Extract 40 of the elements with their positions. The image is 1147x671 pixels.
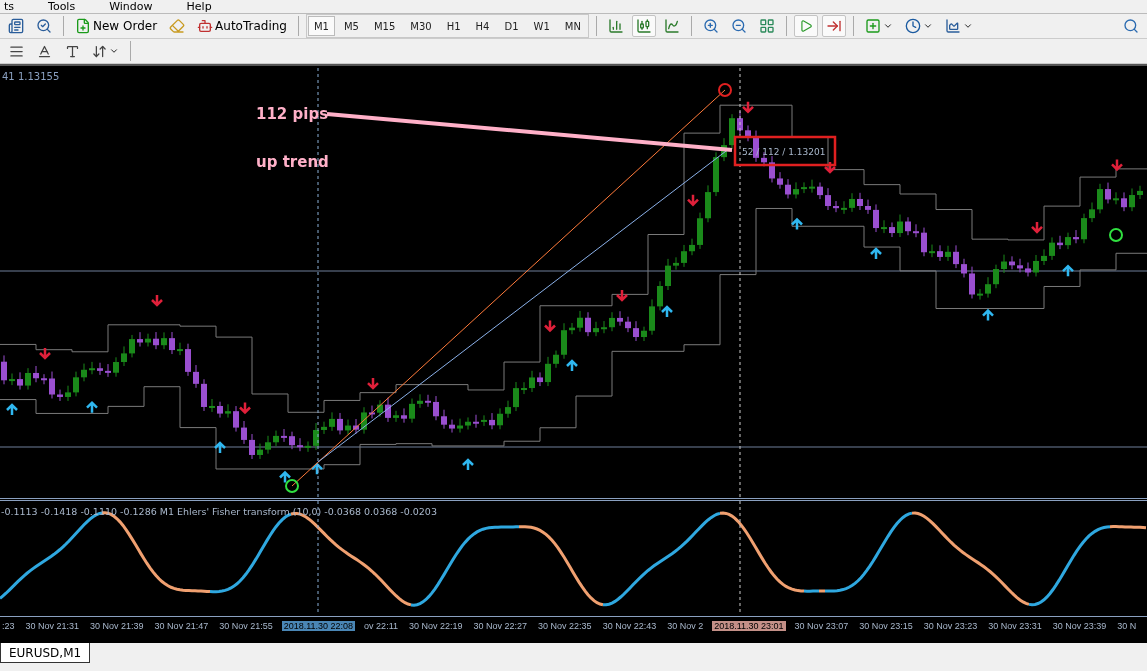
time-label: 30 N — [1116, 621, 1138, 631]
timeframe-button[interactable]: H4 — [469, 16, 496, 36]
measure-label: 52 / 112 / 1.13201 — [742, 147, 826, 157]
menu-item[interactable]: ts — [4, 0, 15, 13]
indicator-label: -0.1113 -0.1418 -0.1110 -0.1286 M1 Ehlers' Fisher transform (10,0) -0.0368 0.0368 -0.0203 — [1, 506, 437, 517]
time-label: 30 Nov 22:27 — [472, 621, 529, 631]
time-label: 30 Nov 23:31 — [987, 621, 1043, 631]
time-label: 30 Nov 23:07 — [793, 621, 850, 631]
timeframe-button[interactable]: MN — [558, 16, 587, 36]
time-label: 30 Nov 23:39 — [1051, 621, 1108, 631]
menu-item[interactable]: Window — [109, 0, 153, 13]
time-label: 30 Nov 23:23 — [922, 621, 979, 631]
time-label: 30 Nov 21:55 — [218, 621, 274, 631]
time-label: ov 22:11 — [363, 621, 399, 631]
time-label: 30 Nov 21:47 — [153, 621, 210, 631]
time-label: 30 Nov 23:15 — [858, 621, 914, 631]
time-label: 30 Nov 21:39 — [89, 621, 145, 631]
time-label: 30 Nov 2 — [666, 621, 705, 631]
time-label: 30 Nov 22:43 — [601, 621, 658, 631]
timeframe-button[interactable]: M30 — [404, 16, 438, 36]
time-marker: 2018.11.30 23:01 — [712, 621, 786, 631]
annotation-text: 112 pips — [256, 105, 329, 123]
timeframe-button[interactable]: W1 — [527, 16, 556, 36]
timeframe-button[interactable]: M5 — [338, 16, 365, 36]
timeframe-button[interactable]: M1 — [308, 16, 335, 36]
price-label: 41 1.13155 — [2, 71, 60, 82]
time-label: 30 Nov 22:19 — [408, 621, 464, 631]
chart-tab[interactable]: EURUSD,M1 — [0, 643, 91, 663]
new-order-button[interactable]: New Order — [71, 15, 162, 37]
annotation-text: up trend — [256, 153, 329, 171]
menu-item[interactable]: Tools — [48, 0, 76, 13]
time-label: 30 Nov 21:31 — [24, 621, 81, 631]
time-label: :23 — [1, 621, 16, 631]
timeframe-button[interactable]: H1 — [440, 16, 467, 36]
timeframe-button[interactable]: D1 — [498, 16, 525, 36]
menu-item[interactable]: Help — [186, 0, 212, 13]
autotrading-button[interactable]: AutoTrading — [193, 15, 291, 37]
time-marker: 2018.11.30 22:08 — [281, 621, 356, 631]
time-label: 30 Nov 22:35 — [537, 621, 593, 631]
timeframe-button[interactable]: M15 — [368, 16, 402, 36]
